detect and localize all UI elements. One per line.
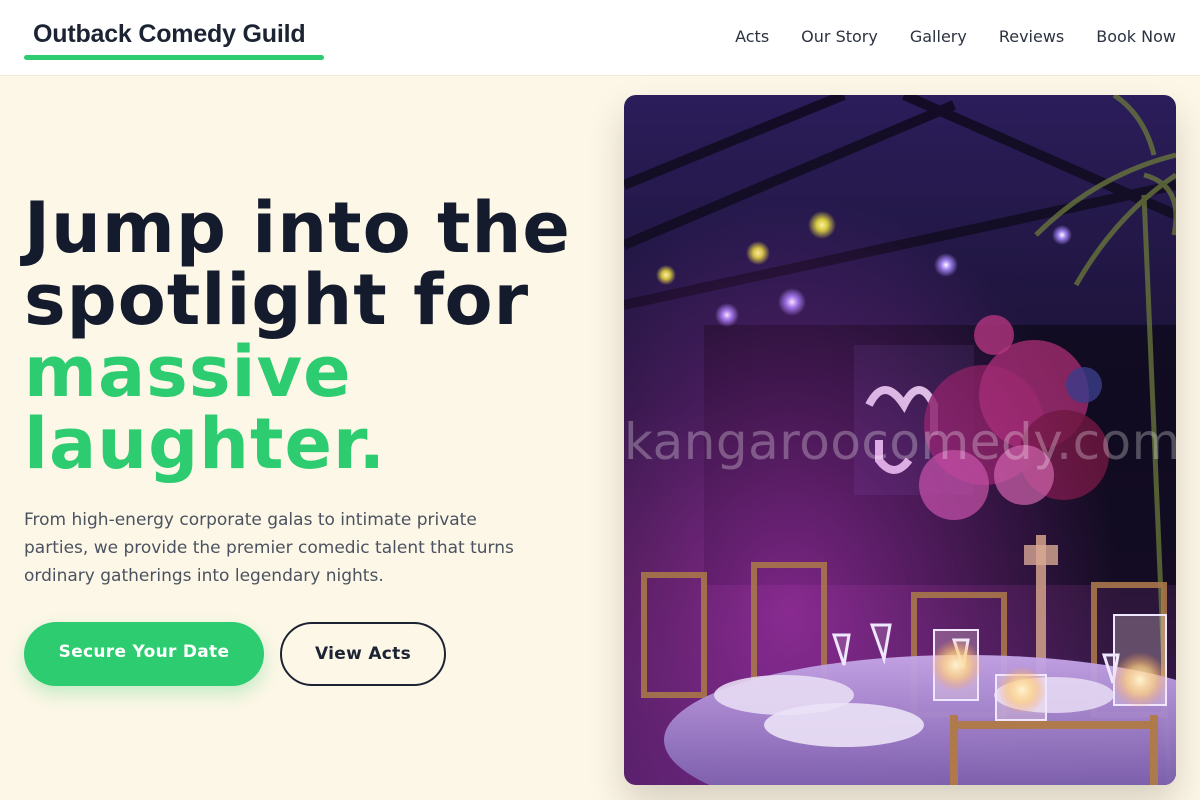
nav-link-our-story[interactable]: Our Story (801, 27, 878, 47)
main-nav: Acts Our Story Gallery Reviews Book Now (703, 27, 1176, 47)
image-watermark: kangaroocomedy.com (624, 413, 1176, 471)
nav-link-book-now[interactable]: Book Now (1096, 27, 1176, 47)
hero-title: Jump into the spotlight for massive laug… (24, 192, 604, 480)
nav-link-reviews[interactable]: Reviews (999, 27, 1064, 47)
nav-link-gallery[interactable]: Gallery (910, 27, 967, 47)
site-header: Outback Comedy Guild Acts Our Story Gall… (0, 0, 1200, 76)
nav-link-acts[interactable]: Acts (735, 27, 769, 47)
hero-title-line-2: spotlight for (24, 259, 530, 341)
view-acts-button[interactable]: View Acts (280, 622, 446, 686)
brand-logo[interactable]: Outback Comedy Guild (33, 20, 306, 49)
secure-your-date-button[interactable]: Secure Your Date (24, 622, 264, 686)
hero-title-accent-1: massive (24, 331, 352, 413)
hero-photo: kangaroocomedy.com (624, 95, 1176, 785)
brand-underline (24, 55, 324, 60)
hero-title-accent-2: laughter. (24, 403, 387, 485)
hero-subtitle: From high-energy corporate galas to inti… (24, 510, 514, 586)
hero-title-line-1: Jump into the (24, 187, 571, 269)
